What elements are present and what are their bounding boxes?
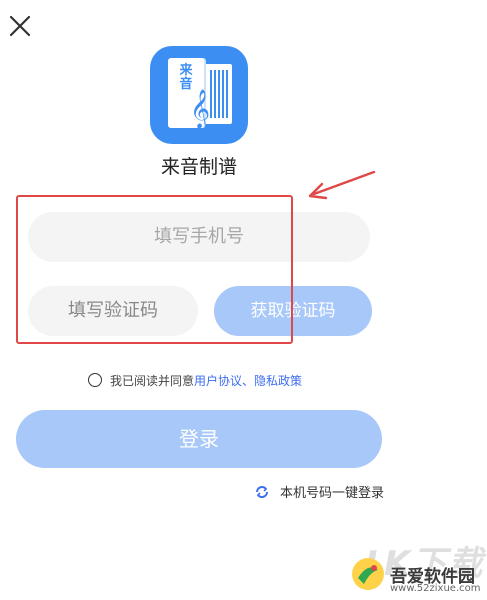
phone-input[interactable]: 填写手机号 — [28, 212, 370, 262]
watermark-logo-icon — [352, 558, 384, 590]
one-key-login-label: 本机号码一键登录 — [280, 486, 385, 501]
logo-text: 来音 — [179, 63, 193, 92]
privacy-policy-link[interactable]: 隐私政策 — [254, 372, 302, 389]
treble-clef-icon: 𝄞 — [190, 89, 211, 129]
agreement-checkbox[interactable] — [88, 373, 102, 387]
verification-code-input[interactable]: 填写验证码 — [28, 286, 198, 336]
agreement-separator: 、 — [242, 373, 255, 388]
one-key-login-link[interactable]: 本机号码一键登录 — [254, 482, 384, 501]
login-button[interactable]: 登录 — [16, 410, 382, 468]
annotation-arrow-icon — [308, 170, 376, 200]
close-icon[interactable] — [6, 12, 34, 40]
logo-barcode — [210, 70, 228, 118]
sync-icon — [256, 485, 268, 498]
logo-page-front: 来音 𝄞 — [168, 58, 210, 128]
app-name: 来音制谱 — [160, 156, 237, 178]
agreement-prefix: 我已阅读并同意 — [110, 373, 195, 388]
agreement-row: 我已阅读并同意 用户协议 、 隐私政策 — [88, 372, 302, 388]
watermark-url: www.52zixue.com — [390, 583, 481, 594]
user-agreement-link[interactable]: 用户协议 — [194, 372, 242, 389]
get-code-button[interactable]: 获取验证码 — [214, 286, 372, 336]
app-logo: 来音 𝄞 — [150, 46, 248, 144]
